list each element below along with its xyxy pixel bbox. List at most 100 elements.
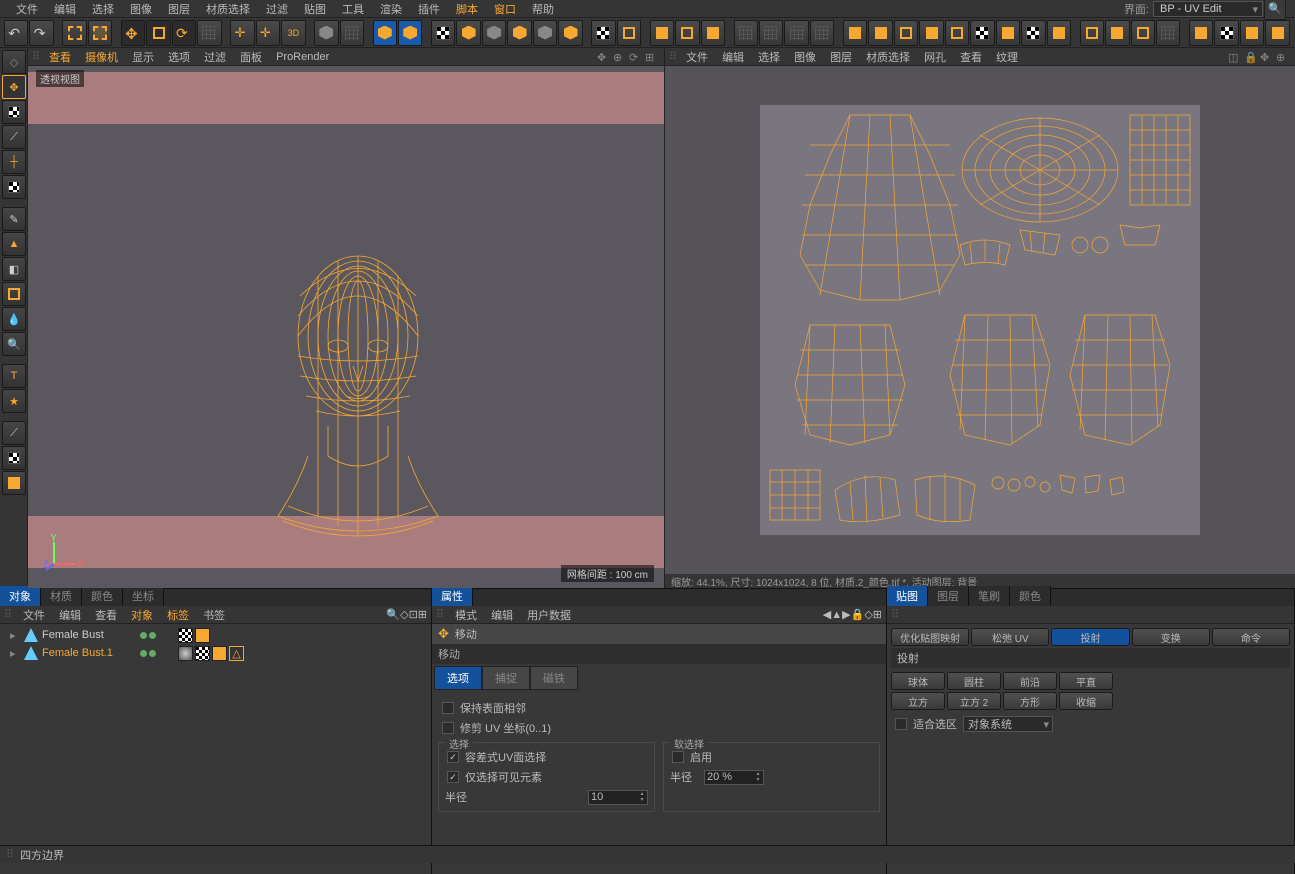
- grip-icon[interactable]: ⠿: [669, 50, 675, 63]
- undo-button[interactable]: [4, 20, 28, 46]
- attr-lock-icon[interactable]: 🔒: [851, 608, 865, 621]
- scale-button[interactable]: [146, 20, 170, 46]
- cube4-button[interactable]: [533, 20, 557, 46]
- object-name[interactable]: Female Bust.1: [42, 647, 132, 659]
- btn-square[interactable]: 方形: [1003, 692, 1057, 710]
- rendersettings-button[interactable]: [398, 20, 422, 46]
- expand-icon[interactable]: ▸: [10, 629, 20, 642]
- ltool-eraser-icon[interactable]: ◧: [2, 257, 26, 281]
- ltool-model-icon[interactable]: ◇: [2, 50, 26, 74]
- grip-icon[interactable]: ⠿: [891, 608, 899, 621]
- chk-fit-selection[interactable]: [895, 718, 907, 730]
- menu-file[interactable]: 文件: [8, 1, 46, 17]
- attr-edit[interactable]: 编辑: [484, 607, 520, 623]
- object-tree[interactable]: ▸ Female Bust ▸ Female Bust.1 △: [0, 624, 431, 874]
- menu-render[interactable]: 渲染: [372, 1, 410, 17]
- om-edit[interactable]: 编辑: [52, 607, 88, 623]
- b2-button[interactable]: [1214, 20, 1238, 46]
- a2-button[interactable]: [1105, 20, 1129, 46]
- attr-nav-up-icon[interactable]: ▲: [831, 609, 842, 621]
- grid3-button[interactable]: [784, 20, 808, 46]
- om-tab-material[interactable]: 材质: [41, 586, 82, 606]
- rotate-button[interactable]: [172, 20, 196, 46]
- uv-mesh[interactable]: 网孔: [917, 49, 953, 65]
- grid4-button[interactable]: [810, 20, 834, 46]
- ltool-drop-icon[interactable]: 💧: [2, 307, 26, 331]
- vp-nav3-icon[interactable]: ⟳: [629, 51, 643, 63]
- ltool-rect-icon[interactable]: [2, 282, 26, 306]
- chk1-button[interactable]: [431, 20, 455, 46]
- expand-icon[interactable]: ▸: [10, 647, 20, 660]
- ltool-star-icon[interactable]: ★: [2, 389, 26, 413]
- attr-nav-fwd-icon[interactable]: ▶: [842, 608, 850, 621]
- cube1-button[interactable]: [456, 20, 480, 46]
- menu-script[interactable]: 脚本: [448, 1, 486, 17]
- cube5-button[interactable]: [558, 20, 582, 46]
- move-button[interactable]: [121, 20, 145, 46]
- uv-texture[interactable]: 纹理: [989, 49, 1025, 65]
- ltool-brush-icon[interactable]: ✎: [2, 207, 26, 231]
- uv1-button[interactable]: [650, 20, 674, 46]
- btn-transform[interactable]: 变换: [1132, 628, 1210, 646]
- om-opt1-icon[interactable]: ◇: [400, 608, 408, 621]
- tag-icon[interactable]: [178, 646, 193, 661]
- cube2-button[interactable]: [482, 20, 506, 46]
- om-tab-object[interactable]: 对象: [0, 586, 41, 606]
- tag-icon[interactable]: [195, 628, 210, 643]
- tex-tab-color[interactable]: 颜色: [1010, 586, 1051, 606]
- tag-icon[interactable]: △: [229, 646, 244, 661]
- uv-layer[interactable]: 图层: [823, 49, 859, 65]
- t1-button[interactable]: [843, 20, 867, 46]
- ltool-move-icon[interactable]: ✥: [2, 75, 26, 99]
- btn-command[interactable]: 命令: [1212, 628, 1290, 646]
- vp-options[interactable]: 选项: [161, 49, 197, 65]
- uv-canvas[interactable]: [665, 66, 1295, 574]
- ltool-chk-icon[interactable]: [2, 175, 26, 199]
- t5-button[interactable]: [945, 20, 969, 46]
- t9-button[interactable]: [1047, 20, 1071, 46]
- render-button[interactable]: [373, 20, 397, 46]
- menu-plugins[interactable]: 插件: [410, 1, 448, 17]
- attr-new-icon[interactable]: ⊞: [873, 608, 882, 621]
- axis-y-button[interactable]: [256, 20, 280, 46]
- btn-cylinder[interactable]: 圆柱: [947, 672, 1001, 690]
- menu-texture[interactable]: 贴图: [296, 1, 334, 17]
- menu-edit[interactable]: 编辑: [46, 1, 84, 17]
- object-name[interactable]: Female Bust: [42, 629, 132, 641]
- ltool-stamp-icon[interactable]: ▲: [2, 232, 26, 256]
- ltool-chk2-icon[interactable]: [2, 446, 26, 470]
- attr-tab-magnet[interactable]: 磁铁: [530, 666, 578, 690]
- attr-mode[interactable]: 模式: [448, 607, 484, 623]
- om-opt2-icon[interactable]: ⊡: [409, 608, 418, 621]
- uv-file[interactable]: 文件: [679, 49, 715, 65]
- ltool-text-icon[interactable]: T: [2, 364, 26, 388]
- grid1-button[interactable]: [734, 20, 758, 46]
- uv-matsel[interactable]: 材质选择: [859, 49, 917, 65]
- vp-nav4-icon[interactable]: ⊞: [645, 51, 659, 63]
- uv-image[interactable]: 图像: [787, 49, 823, 65]
- soft-radius-input[interactable]: 20 %▴▾: [704, 770, 764, 785]
- coord-button[interactable]: [314, 20, 338, 46]
- menu-tools[interactable]: 工具: [334, 1, 372, 17]
- tag-icon[interactable]: [178, 628, 193, 643]
- tex-tab-brush[interactable]: 笔刷: [969, 586, 1010, 606]
- om-view[interactable]: 查看: [88, 607, 124, 623]
- attr-nav-back-icon[interactable]: ◀: [823, 608, 831, 621]
- fit-dropdown[interactable]: 对象系统: [963, 716, 1053, 732]
- vp-panel[interactable]: 面板: [233, 49, 269, 65]
- chk-preserve-surface[interactable]: [442, 702, 454, 714]
- btn-cubic2[interactable]: 立方 2: [947, 692, 1001, 710]
- btn-shrink[interactable]: 收缩: [1059, 692, 1113, 710]
- axis-x-button[interactable]: [230, 20, 254, 46]
- ltool-texture-icon[interactable]: [2, 100, 26, 124]
- search-icon[interactable]: 🔍: [1264, 0, 1286, 20]
- ltool-wand-icon[interactable]: ⟋: [2, 125, 26, 149]
- uv3-button[interactable]: [701, 20, 725, 46]
- viewport-3d[interactable]: 透视视图: [28, 66, 664, 588]
- btn-relax-uv[interactable]: 松弛 UV: [971, 628, 1049, 646]
- radius-input[interactable]: 10▴▾: [588, 790, 648, 805]
- object-row[interactable]: ▸ Female Bust: [2, 626, 429, 644]
- a3-button[interactable]: [1131, 20, 1155, 46]
- tag-icon[interactable]: [212, 646, 227, 661]
- om-tab-color[interactable]: 颜色: [82, 586, 123, 606]
